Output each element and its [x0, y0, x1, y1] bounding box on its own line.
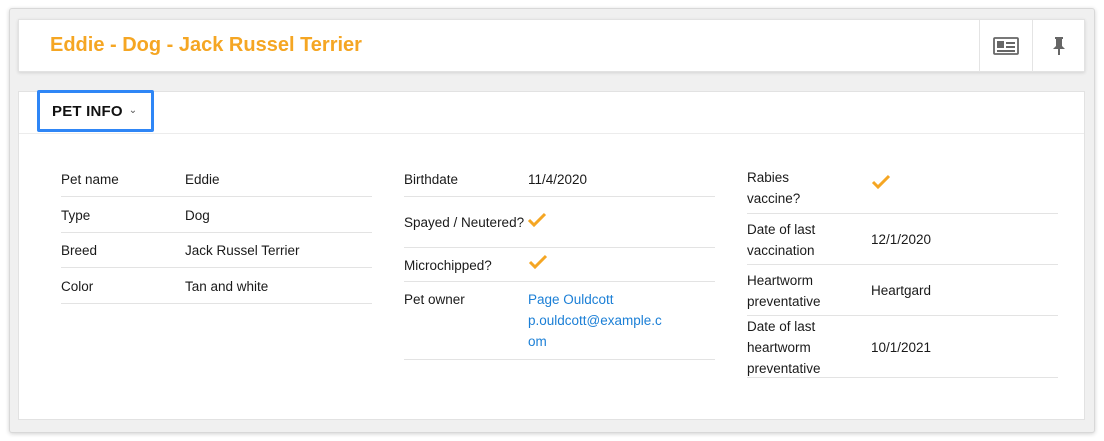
owner-email-link[interactable]: p.ouldcott@example.com: [528, 310, 668, 352]
field-row: Spayed / Neutered?: [404, 197, 715, 248]
field-label: Pet owner: [404, 292, 465, 307]
field-row: Microchipped?: [404, 248, 715, 282]
section-label: PET INFO: [52, 102, 123, 120]
field-label: Pet name: [61, 172, 119, 187]
field-label: Date of last heartworm preventative: [747, 318, 821, 376]
owner-name-link[interactable]: Page Ouldcott: [528, 289, 668, 310]
field-value: 11/4/2020: [528, 172, 588, 187]
record-window: Eddie - Dog - Jack Russel Terrier PET IN…: [9, 8, 1095, 433]
field-row: Color Tan and white: [61, 268, 372, 304]
field-label: Date of last vaccination: [747, 221, 816, 258]
checkmark-icon: [528, 254, 548, 270]
field-value: [528, 247, 715, 282]
field-row: Birthdate 11/4/2020: [404, 162, 715, 197]
pushpin-icon: [1053, 37, 1065, 55]
field-label: Birthdate: [404, 172, 459, 187]
chevron-down-icon: ⌄: [128, 105, 138, 116]
field-label: Rabies vaccine?: [747, 170, 801, 206]
field-value: Jack Russel Terrier: [185, 243, 300, 258]
field-value: 10/1/2021: [871, 339, 932, 355]
field-value: Eddie: [185, 172, 220, 187]
field-value: Dog: [185, 207, 210, 223]
field-row: Rabies vaccine?: [747, 162, 1058, 214]
record-title: Eddie - Dog - Jack Russel Terrier: [50, 34, 362, 56]
health-details-column: Birthdate 11/4/2020 Spayed / Neutered? M…: [404, 162, 715, 360]
field-row: Date of last vaccination 12/1/2020: [747, 214, 1058, 265]
field-label: Microchipped?: [404, 257, 492, 273]
field-value: [527, 205, 715, 240]
card-view-button[interactable]: [979, 20, 1032, 72]
field-label: Color: [61, 278, 94, 294]
field-row: Pet name Eddie: [61, 162, 372, 197]
record-header: Eddie - Dog - Jack Russel Terrier: [18, 19, 1085, 72]
panel-header: PET INFO ⌄: [19, 90, 1084, 134]
field-label: Type: [61, 207, 91, 223]
field-value: [871, 174, 1058, 202]
field-row: Breed Jack Russel Terrier: [61, 233, 372, 268]
pet-owner-link[interactable]: Page Ouldcott p.ouldcott@example.com: [528, 282, 668, 358]
vaccine-details-column: Rabies vaccine? Date of last vaccination…: [747, 162, 1058, 378]
field-label: Spayed / Neutered?: [404, 215, 525, 230]
field-value: 12/1/2020: [871, 232, 932, 247]
id-card-icon: [993, 37, 1019, 55]
checkmark-icon: [527, 212, 547, 227]
pet-details-column: Pet name Eddie Type Dog Breed Jack Russe…: [61, 162, 372, 304]
field-value: Heartgard: [871, 283, 932, 298]
pin-button[interactable]: [1032, 20, 1085, 72]
pet-info-panel: PET INFO ⌄ Pet name Eddie Type Dog Breed…: [18, 90, 1085, 420]
field-label: Breed: [61, 243, 98, 258]
field-row: Pet owner Page Ouldcott p.ouldcott@examp…: [404, 282, 715, 360]
checkmark-icon: [871, 174, 891, 189]
pet-info-section-toggle[interactable]: PET INFO ⌄: [37, 90, 154, 132]
field-row: Type Dog: [61, 197, 372, 233]
field-value: Tan and white: [185, 278, 269, 294]
field-row: Date of last heartworm preventative 10/1…: [747, 316, 1058, 378]
